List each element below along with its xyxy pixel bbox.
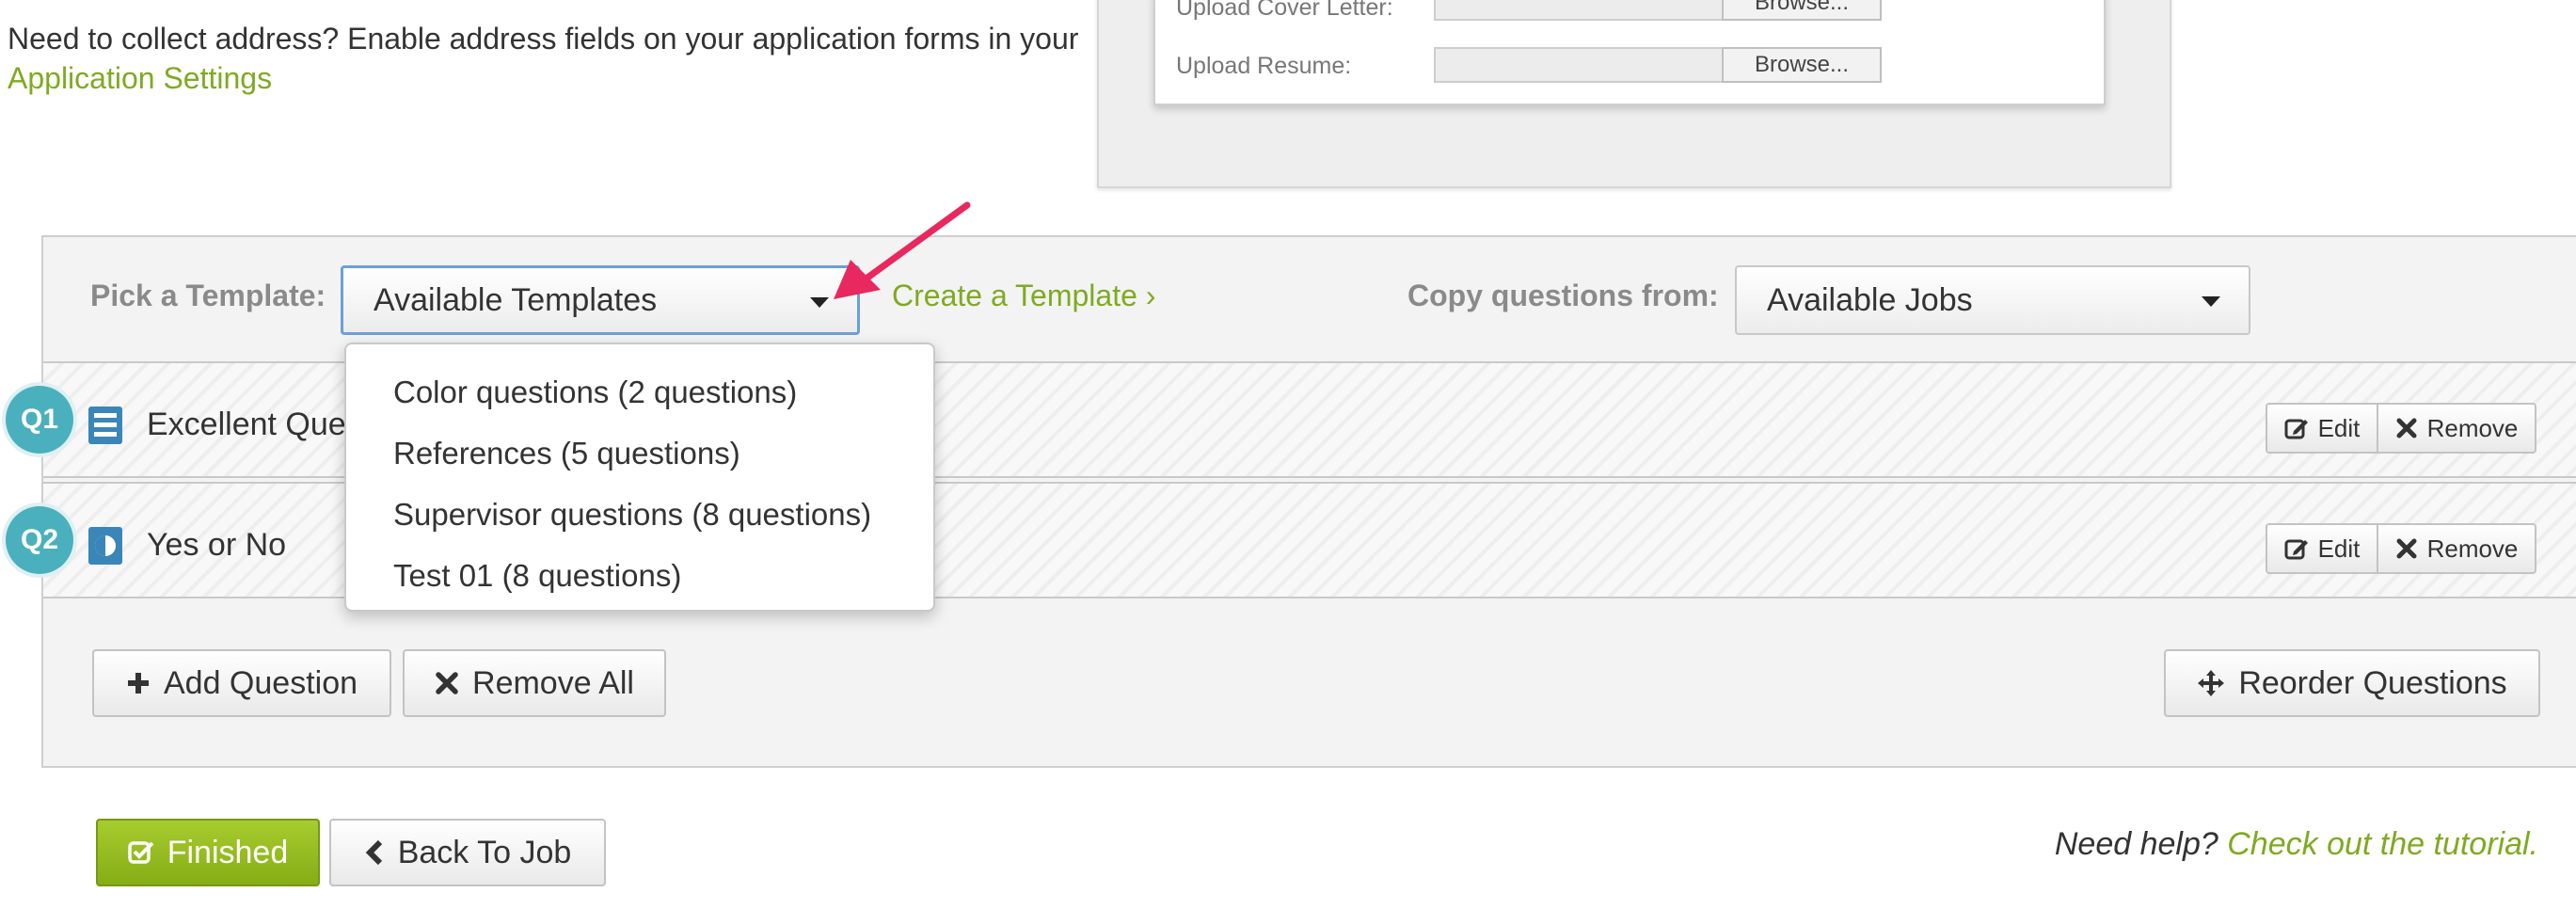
- preview-resume-field: [1434, 47, 1725, 83]
- move-icon: [2198, 670, 2225, 696]
- template-select-value: Available Templates: [374, 282, 658, 318]
- jobs-select[interactable]: Available Jobs: [1735, 265, 2250, 335]
- application-settings-link[interactable]: Application Settings: [8, 61, 272, 95]
- template-select[interactable]: Available Templates: [341, 265, 860, 335]
- preview-cover-letter-field: [1434, 0, 1725, 21]
- edit-icon: [2284, 419, 2308, 439]
- close-icon: [436, 672, 458, 694]
- remove-all-label: Remove All: [472, 664, 634, 701]
- template-option[interactable]: References (5 questions): [346, 423, 933, 484]
- template-option[interactable]: Test 01 (8 questions): [346, 545, 933, 606]
- copy-questions-label: Copy questions from:: [1407, 279, 1719, 312]
- plus-icon: [127, 673, 149, 694]
- edit-label: Edit: [2317, 534, 2361, 563]
- back-to-job-button[interactable]: Back To Job: [329, 819, 606, 886]
- annotation-arrow-icon: [834, 201, 971, 299]
- reorder-questions-button[interactable]: Reorder Questions: [2164, 649, 2540, 717]
- edit-label: Edit: [2317, 413, 2361, 442]
- preview-cover-letter-browse: Browse...: [1722, 0, 1882, 21]
- question-number-badge: Q2: [6, 506, 73, 574]
- close-icon: [2396, 538, 2417, 559]
- remove-all-button[interactable]: Remove All: [403, 649, 666, 717]
- question-text: Excellent Que: [147, 407, 346, 442]
- question-text: Yes or No: [147, 527, 287, 563]
- question-actions: Edit Remove: [2266, 523, 2536, 574]
- template-option[interactable]: Color questions (2 questions): [346, 361, 933, 423]
- edit-button[interactable]: Edit: [2266, 403, 2378, 454]
- check-square-icon: [127, 841, 154, 864]
- half-circle-icon: [88, 527, 122, 565]
- add-question-label: Add Question: [163, 664, 358, 701]
- remove-label: Remove: [2426, 534, 2519, 563]
- edit-button[interactable]: Edit: [2266, 523, 2378, 574]
- chevron-left-icon: [365, 839, 382, 866]
- address-note-text: Need to collect address? Enable address …: [8, 22, 1079, 56]
- chevron-down-icon: [2202, 296, 2220, 307]
- preview-resume-browse: Browse...: [1722, 47, 1882, 83]
- finished-label: Finished: [167, 834, 289, 870]
- remove-button[interactable]: Remove: [2378, 403, 2536, 454]
- help-text: Need help?: [2054, 826, 2218, 862]
- finished-button[interactable]: Finished: [96, 819, 320, 886]
- question-actions: Edit Remove: [2266, 403, 2536, 454]
- back-to-job-label: Back To Job: [397, 834, 572, 870]
- remove-label: Remove: [2426, 413, 2519, 442]
- preview-resume-label: Upload Resume:: [1176, 53, 1352, 79]
- remove-button[interactable]: Remove: [2378, 523, 2536, 574]
- add-question-button[interactable]: Add Question: [92, 649, 391, 717]
- pick-template-label: Pick a Template:: [90, 279, 326, 312]
- edit-icon: [2284, 539, 2308, 560]
- preview-cover-letter-label: Upload Cover Letter:: [1176, 0, 1393, 21]
- close-icon: [2396, 418, 2417, 439]
- question-number-badge: Q1: [6, 386, 73, 454]
- reorder-questions-label: Reorder Questions: [2238, 664, 2507, 701]
- tutorial-link[interactable]: Check out the tutorial.: [2227, 826, 2538, 862]
- list-icon: [88, 407, 122, 444]
- template-dropdown-menu: Color questions (2 questions) References…: [344, 343, 935, 612]
- address-note: Need to collect address? Enable address …: [8, 19, 1080, 98]
- template-option[interactable]: Supervisor questions (8 questions): [346, 484, 933, 545]
- jobs-select-value: Available Jobs: [1767, 282, 1973, 318]
- help-note: Need help? Check out the tutorial.: [2055, 826, 2538, 863]
